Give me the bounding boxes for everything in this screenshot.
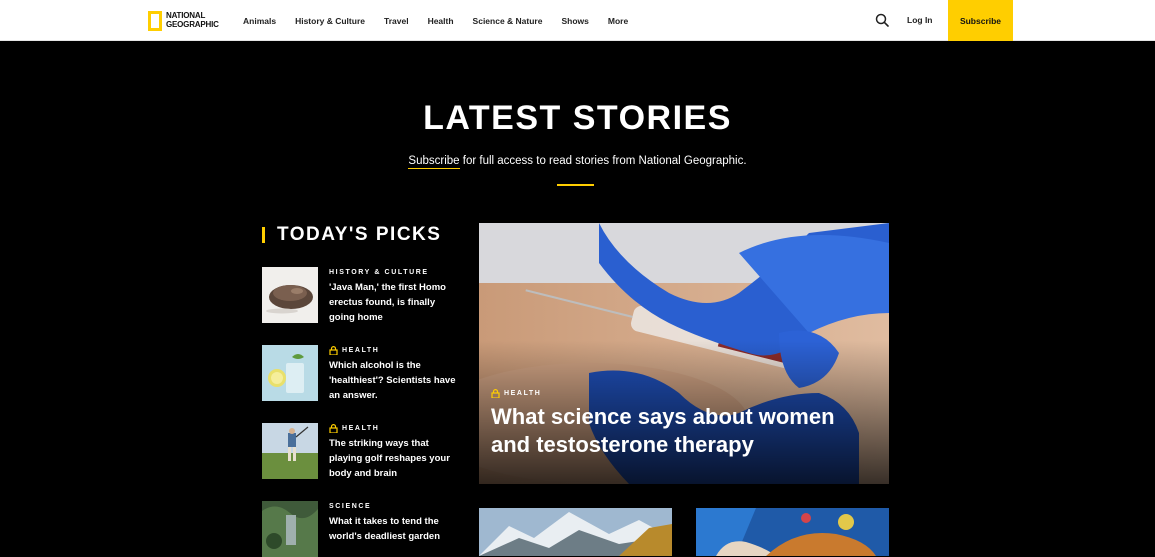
- nav-item-science-nature[interactable]: Science & Nature: [473, 16, 543, 26]
- pick-title[interactable]: 'Java Man,' the first Homo erectus found…: [329, 280, 457, 325]
- yellow-border-logo-icon: [148, 10, 162, 31]
- login-link[interactable]: Log In: [907, 15, 933, 25]
- story-card-image[interactable]: [479, 508, 672, 556]
- lock-icon: [491, 389, 500, 398]
- todays-picks-heading: TODAY'S PICKS: [262, 224, 441, 246]
- pick-thumbnail[interactable]: [262, 423, 318, 479]
- pick-item[interactable]: HEALTH The striking ways that playing go…: [262, 423, 457, 481]
- pick-item[interactable]: HISTORY & CULTURE 'Java Man,' the first …: [262, 267, 457, 325]
- nav-item-animals[interactable]: Animals: [243, 16, 276, 26]
- lock-icon: [329, 423, 338, 433]
- page-title: LATEST STORIES: [423, 99, 732, 137]
- hero-subtitle-text: for full access to read stories from Nat…: [459, 155, 747, 167]
- todays-picks-title: TODAY'S PICKS: [277, 224, 442, 245]
- natgeo-logo[interactable]: NATIONAL GEOGRAPHIC: [148, 10, 219, 31]
- pick-title[interactable]: What it takes to tend the world's deadli…: [329, 514, 457, 544]
- main-menu: Animals History & Culture Travel Health …: [243, 0, 647, 41]
- pick-thumbnail[interactable]: [262, 345, 318, 401]
- pick-item[interactable]: HEALTH Which alcohol is the 'healthiest'…: [262, 345, 457, 403]
- search-icon[interactable]: [875, 13, 889, 27]
- pick-thumbnail[interactable]: [262, 267, 318, 323]
- nav-item-more[interactable]: More: [608, 16, 628, 26]
- story-card[interactable]: [696, 508, 889, 556]
- feature-title[interactable]: What science says about women and testos…: [491, 403, 871, 459]
- pick-category[interactable]: HISTORY & CULTURE: [329, 267, 457, 277]
- nav-item-history-culture[interactable]: History & Culture: [295, 16, 365, 26]
- pick-category[interactable]: SCIENCE: [329, 501, 457, 511]
- pick-thumbnail[interactable]: [262, 501, 318, 557]
- feature-category[interactable]: HEALTH: [504, 390, 541, 397]
- pick-title[interactable]: The striking ways that playing golf resh…: [329, 436, 457, 481]
- pick-item[interactable]: SCIENCE What it takes to tend the world'…: [262, 501, 457, 557]
- heading-accent-bar: [262, 227, 265, 243]
- subscribe-button[interactable]: Subscribe: [948, 0, 1013, 41]
- hero-subtitle: Subscribe for full access to read storie…: [0, 155, 1155, 169]
- subscribe-link[interactable]: Subscribe: [408, 155, 460, 169]
- story-card[interactable]: [479, 508, 672, 556]
- nav-item-health[interactable]: Health: [428, 16, 454, 26]
- logo-line-2: GEOGRAPHIC: [166, 19, 219, 29]
- pick-title[interactable]: Which alcohol is the 'healthiest'? Scien…: [329, 358, 457, 403]
- top-nav: NATIONAL GEOGRAPHIC Animals History & Cu…: [0, 0, 1155, 41]
- hero-divider: [557, 184, 594, 186]
- lock-icon: [329, 345, 338, 355]
- story-card-image[interactable]: [696, 508, 889, 556]
- pick-category[interactable]: HEALTH: [342, 425, 379, 432]
- nav-item-shows[interactable]: Shows: [561, 16, 588, 26]
- pick-category[interactable]: HEALTH: [342, 347, 379, 354]
- nav-item-travel[interactable]: Travel: [384, 16, 409, 26]
